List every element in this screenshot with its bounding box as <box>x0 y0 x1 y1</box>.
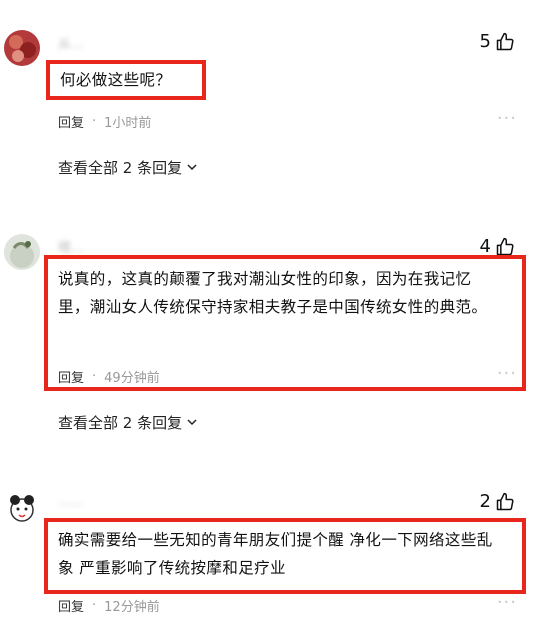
timestamp: 1小时前 <box>104 116 152 131</box>
chevron-down-icon <box>186 159 198 177</box>
username[interactable]: …… <box>58 494 84 509</box>
timestamp: 12分钟前 <box>104 600 160 615</box>
separator-dot: · <box>92 369 97 384</box>
comment-body: 何必做这些呢？ <box>46 60 206 100</box>
thumb-up-icon[interactable] <box>495 237 515 257</box>
more-dots-icon[interactable]: ··· <box>497 592 517 613</box>
like-count[interactable]: 2 <box>480 491 515 512</box>
comment-body: 确实需要给一些无知的青年朋友们提个醒 净化一下网络这些乱象 严重影响了传统按摩和… <box>44 518 526 594</box>
reply-button[interactable]: 回复 <box>58 596 84 615</box>
comment-text: 说真的，这真的颠覆了我对潮汕女性的印象，因为在我记忆里，潮汕女人传统保守持家相夫… <box>58 270 488 316</box>
username[interactable]: 嗯… <box>58 237 84 256</box>
view-all-label: 查看全部 2 条回复 <box>58 159 183 177</box>
separator-dot: · <box>92 114 97 129</box>
avatar[interactable] <box>4 30 40 66</box>
comment-text: 确实需要给一些无知的青年朋友们提个醒 净化一下网络这些乱象 严重影响了传统按摩和… <box>58 531 493 577</box>
more-dots-icon[interactable]: ··· <box>497 108 517 129</box>
view-all-replies[interactable]: 查看全部 2 条回复 <box>58 157 198 178</box>
reply-button[interactable]: 回复 <box>58 367 84 386</box>
thumb-up-icon[interactable] <box>495 492 515 512</box>
like-count-value: 4 <box>479 236 491 257</box>
comment-meta: 回复 · 12分钟前 <box>58 596 160 615</box>
separator-dot: · <box>92 598 97 613</box>
more-dots-icon[interactable]: ··· <box>497 363 517 384</box>
thumb-up-icon[interactable] <box>495 32 515 52</box>
like-count-value: 5 <box>479 31 491 52</box>
like-count[interactable]: 5 <box>480 31 515 52</box>
comment-text: 何必做这些呢？ <box>60 71 172 89</box>
reply-button[interactable]: 回复 <box>58 112 84 131</box>
view-all-replies[interactable]: 查看全部 2 条回复 <box>58 412 198 433</box>
comment-meta: 回复 · 49分钟前 <box>58 367 160 386</box>
like-count[interactable]: 4 <box>480 236 515 257</box>
timestamp: 49分钟前 <box>104 371 160 386</box>
view-all-label: 查看全部 2 条回复 <box>58 414 183 432</box>
avatar[interactable] <box>4 490 40 526</box>
username[interactable]: 从… <box>58 33 84 52</box>
chevron-down-icon <box>186 414 198 432</box>
comment-meta: 回复 · 1小时前 <box>58 112 151 131</box>
avatar[interactable] <box>4 234 40 270</box>
like-count-value: 2 <box>479 491 491 512</box>
